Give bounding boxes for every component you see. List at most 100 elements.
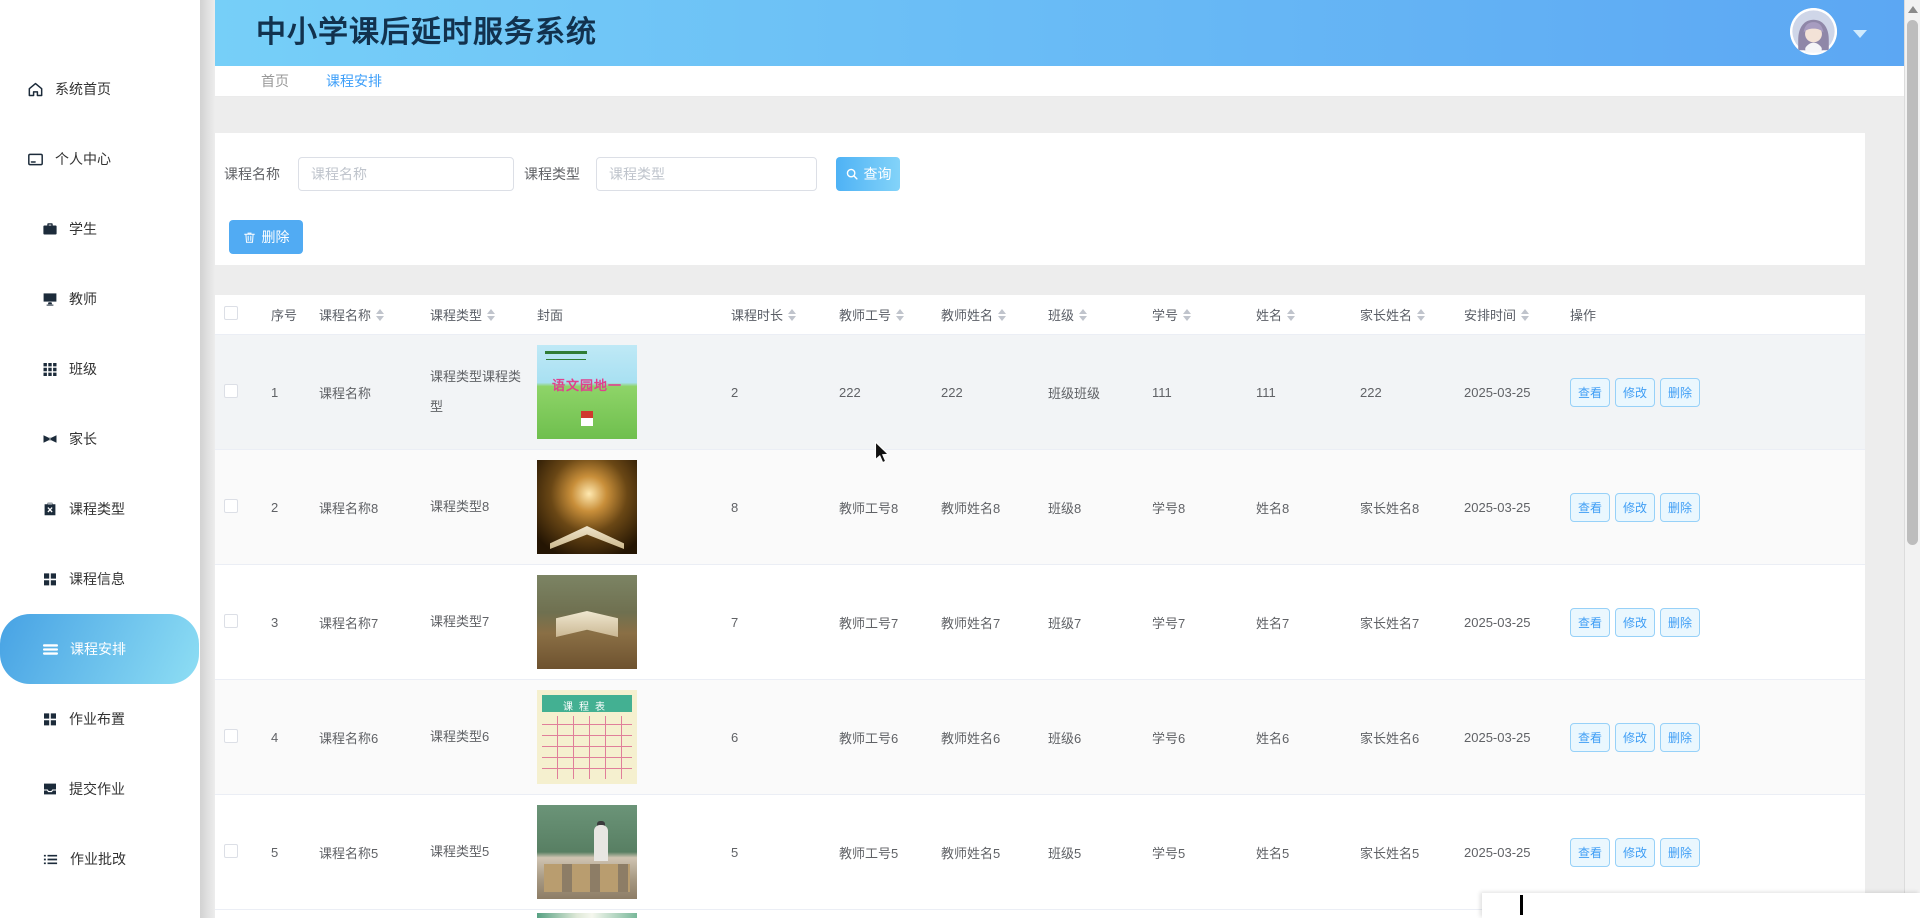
table-row: 3课程名称7课程类型77教师工号7教师姓名7班级7学号7姓名7家长姓名72025…: [215, 565, 1865, 680]
sidebar-item-course-schedule[interactable]: 课程安排: [0, 614, 199, 684]
select-all-checkbox[interactable]: [224, 306, 238, 320]
sort-caret-icon[interactable]: [1521, 309, 1529, 321]
edit-button[interactable]: 修改: [1615, 723, 1655, 752]
table-row: 4课程名称6课程类型6课程表6教师工号6教师姓名6班级6学号6姓名6家长姓名62…: [215, 680, 1865, 795]
course-type-input[interactable]: [596, 157, 817, 191]
course-name-input[interactable]: [298, 157, 514, 191]
sort-caret-icon[interactable]: [998, 309, 1006, 321]
sidebar-item-label: 个人中心: [55, 149, 111, 169]
column-header-teacher-id[interactable]: 教师工号: [839, 305, 941, 324]
table-row: 1课程名称课程类型课程类型语文园地一2222222班级班级11111122220…: [215, 335, 1865, 450]
column-header-student-id[interactable]: 学号: [1152, 305, 1256, 324]
tab-home[interactable]: 首页: [261, 71, 289, 91]
course-table: 序号课程名称课程类型封面课程时长教师工号教师姓名班级学号姓名家长姓名安排时间操作…: [215, 295, 1865, 918]
delete-row-button[interactable]: 删除: [1660, 608, 1700, 637]
delete-row-button[interactable]: 删除: [1660, 723, 1700, 752]
view-button[interactable]: 查看: [1570, 723, 1610, 752]
clipboard-x-icon: [42, 501, 58, 517]
column-header-wrap: 课程名称: [319, 305, 384, 324]
scrollbar-thumb[interactable]: [1907, 20, 1918, 545]
delete-row-button[interactable]: 删除: [1660, 493, 1700, 522]
sort-caret-icon[interactable]: [1079, 309, 1087, 321]
cell-teacher-name: 222: [941, 385, 1048, 400]
table-body: 1课程名称课程类型课程类型语文园地一2222222班级班级11111122220…: [215, 335, 1865, 918]
column-header-wrap: 序号: [271, 305, 297, 324]
cell-student-name: 姓名6: [1256, 728, 1360, 747]
column-header-wrap: 课程类型: [430, 305, 495, 324]
cell-teacher-name: 教师姓名8: [941, 498, 1048, 517]
view-button[interactable]: 查看: [1570, 608, 1610, 637]
sort-caret-icon[interactable]: [788, 309, 796, 321]
column-header-label: 学号: [1152, 305, 1178, 324]
sort-caret-icon[interactable]: [376, 309, 384, 321]
bottom-overlay: [1482, 893, 1920, 918]
cell-course-type: 课程类型7: [430, 607, 537, 637]
column-header-schedule-time[interactable]: 安排时间: [1464, 305, 1570, 324]
tab-course-schedule[interactable]: 课程安排: [326, 71, 382, 91]
course-cover-image: [537, 913, 637, 918]
query-button[interactable]: 查询: [836, 157, 900, 191]
column-header-student-name[interactable]: 姓名: [1256, 305, 1360, 324]
sidebar-item-teachers[interactable]: 教师: [0, 264, 200, 334]
column-header-duration[interactable]: 课程时长: [731, 305, 839, 324]
row-checkbox[interactable]: [224, 729, 238, 743]
sidebar-item-label: 作业批改: [70, 849, 126, 869]
batch-delete-button[interactable]: 删除: [229, 220, 303, 254]
sidebar-item-parents[interactable]: 家长: [0, 404, 200, 474]
cell-class-name: 班级5: [1048, 843, 1152, 862]
row-checkbox[interactable]: [224, 614, 238, 628]
cell-cover: [537, 910, 731, 918]
cell-schedule-time: 2025-03-25: [1464, 500, 1570, 515]
view-button[interactable]: 查看: [1570, 493, 1610, 522]
column-header-parent-name[interactable]: 家长姓名: [1360, 305, 1464, 324]
sort-caret-icon[interactable]: [1287, 309, 1295, 321]
main-content: 中小学课后延时服务系统 首页 课程安排 课程名称 课程类型: [215, 0, 1904, 918]
column-header-teacher-name[interactable]: 教师姓名: [941, 305, 1048, 324]
edit-button[interactable]: 修改: [1615, 608, 1655, 637]
column-header-label: 家长姓名: [1360, 305, 1412, 324]
column-header-label: 教师工号: [839, 305, 891, 324]
sidebar-item-course-info[interactable]: 课程信息: [0, 544, 200, 614]
column-header-class-name[interactable]: 班级: [1048, 305, 1152, 324]
column-header-label: 教师姓名: [941, 305, 993, 324]
user-dropdown-caret-icon[interactable]: [1853, 30, 1867, 38]
user-menu[interactable]: [1790, 8, 1867, 55]
cell-student-id: 111: [1152, 385, 1256, 400]
page-scrollbar[interactable]: [1904, 0, 1920, 918]
delete-row-button[interactable]: 删除: [1660, 838, 1700, 867]
sidebar-item-personal-center[interactable]: 个人中心: [0, 124, 200, 194]
monitor-icon: [42, 291, 58, 307]
row-checkbox[interactable]: [224, 844, 238, 858]
sidebar-item-system-home[interactable]: 系统首页: [0, 54, 200, 124]
column-header-course-type[interactable]: 课程类型: [430, 305, 537, 324]
sort-caret-icon[interactable]: [1183, 309, 1191, 321]
edit-button[interactable]: 修改: [1615, 378, 1655, 407]
delete-row-button[interactable]: 删除: [1660, 378, 1700, 407]
sidebar-item-students[interactable]: 学生: [0, 194, 200, 264]
sidebar-item-homework-assign[interactable]: 作业布置: [0, 684, 200, 754]
cell-course-type: 课程类型6: [430, 722, 537, 752]
edit-button[interactable]: 修改: [1615, 838, 1655, 867]
app-header: 中小学课后延时服务系统: [215, 0, 1904, 66]
course-cover-image: 语文园地一: [537, 345, 637, 439]
sort-caret-icon[interactable]: [487, 309, 495, 321]
course-name-label: 课程名称: [224, 164, 280, 184]
sidebar-item-course-types[interactable]: 课程类型: [0, 474, 200, 544]
sort-caret-icon[interactable]: [1417, 309, 1425, 321]
row-checkbox[interactable]: [224, 499, 238, 513]
row-select-cell: [215, 614, 271, 631]
sidebar-item-classes[interactable]: 班级: [0, 334, 200, 404]
sidebar-item-homework-submit[interactable]: 提交作业: [0, 754, 200, 824]
column-header-wrap: 封面: [537, 305, 563, 324]
column-header-course-name[interactable]: 课程名称: [319, 305, 430, 324]
row-checkbox[interactable]: [224, 384, 238, 398]
cell-class-name: 班级7: [1048, 613, 1152, 632]
user-avatar[interactable]: [1790, 8, 1837, 55]
view-button[interactable]: 查看: [1570, 838, 1610, 867]
edit-button[interactable]: 修改: [1615, 493, 1655, 522]
column-header-label: 序号: [271, 305, 297, 324]
sort-caret-icon[interactable]: [896, 309, 904, 321]
view-button[interactable]: 查看: [1570, 378, 1610, 407]
scrollbar-up-arrow-icon[interactable]: [1908, 6, 1918, 13]
sidebar-item-homework-review[interactable]: 作业批改: [0, 824, 200, 894]
